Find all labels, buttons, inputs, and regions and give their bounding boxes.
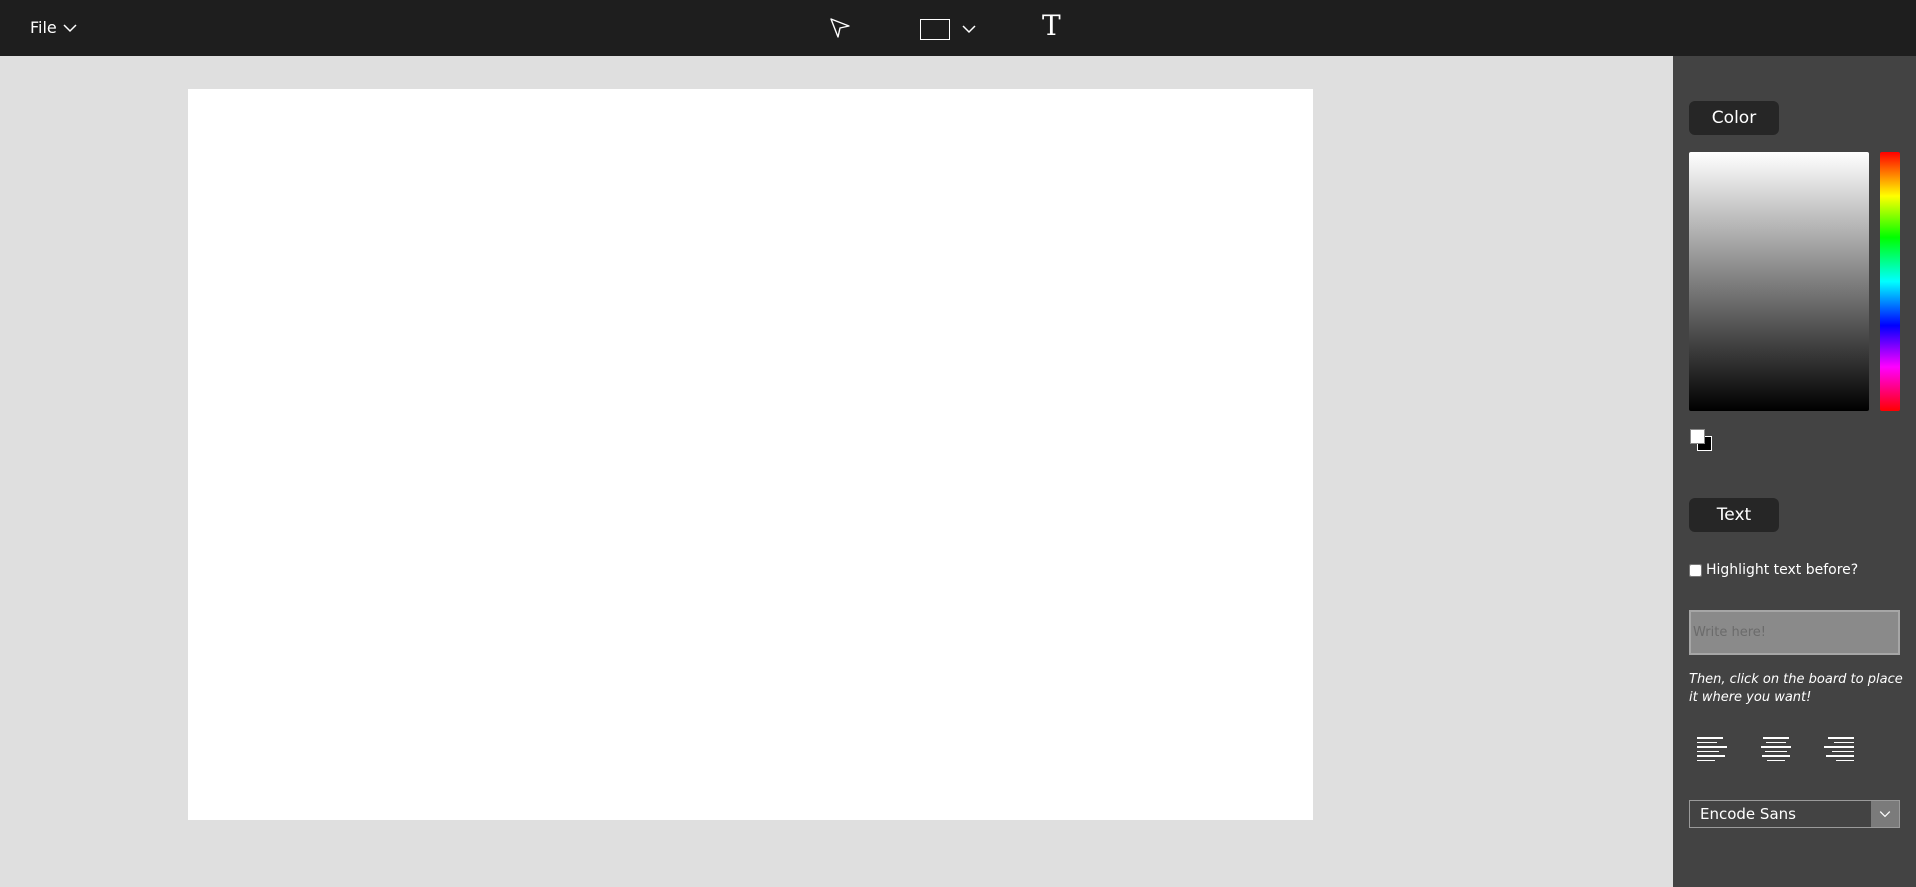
- rectangle-icon: [920, 18, 950, 40]
- highlight-option[interactable]: Highlight text before?: [1689, 562, 1858, 578]
- file-menu-button[interactable]: File: [30, 18, 77, 37]
- placement-hint: Then, click on the board to place it whe…: [1689, 672, 1903, 705]
- align-left-button[interactable]: [1697, 732, 1733, 766]
- highlight-label: Highlight text before?: [1706, 562, 1859, 578]
- cursor-arrow-icon: [830, 18, 850, 38]
- drawing-board[interactable]: [188, 89, 1313, 820]
- hue-slider[interactable]: [1880, 152, 1900, 411]
- text-section-button[interactable]: Text: [1689, 498, 1779, 532]
- align-right-button[interactable]: [1818, 732, 1854, 766]
- shape-tool-button[interactable]: [920, 17, 980, 41]
- align-center-button[interactable]: [1758, 732, 1794, 766]
- chevron-down-icon: [1871, 801, 1899, 827]
- chevron-down-icon: [962, 25, 976, 34]
- text-tool-button[interactable]: T: [1042, 11, 1070, 41]
- properties-panel: Color Text Highlight text before? Then, …: [1673, 56, 1916, 887]
- select-tool-button[interactable]: [828, 15, 854, 41]
- chevron-down-icon: [63, 23, 77, 32]
- top-toolbar: File T: [0, 0, 1916, 56]
- font-family-value: Encode Sans: [1700, 805, 1796, 823]
- color-section-button[interactable]: Color: [1689, 101, 1779, 135]
- color-section-label: Color: [1711, 108, 1757, 128]
- text-section-label: Text: [1716, 505, 1752, 525]
- color-saturation-picker[interactable]: [1689, 152, 1869, 411]
- file-menu-label: File: [30, 18, 57, 37]
- highlight-checkbox[interactable]: [1689, 563, 1702, 577]
- font-family-select[interactable]: Encode Sans: [1689, 800, 1900, 828]
- text-content-input[interactable]: [1689, 610, 1900, 655]
- text-tool-icon: T: [1042, 9, 1061, 42]
- foreground-color-swatch[interactable]: [1690, 429, 1705, 444]
